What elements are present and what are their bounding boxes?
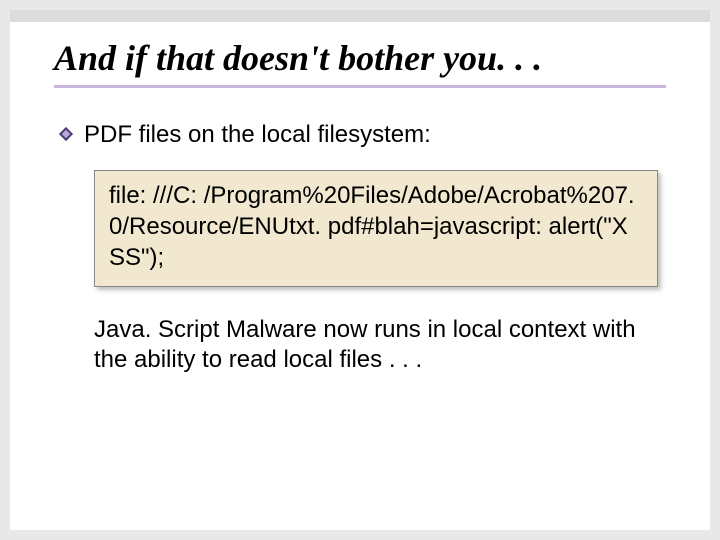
sub-text: Java. Script Malware now runs in local c… [94, 315, 658, 376]
bullet-item: PDF files on the local filesystem: [58, 120, 666, 150]
slide-content: PDF files on the local filesystem: file:… [54, 94, 666, 376]
diamond-bullet-icon [58, 126, 74, 147]
top-shadow [10, 10, 710, 22]
bullet-text: PDF files on the local filesystem: [84, 120, 431, 150]
code-block: file: ///C: /Program%20Files/Adobe/Acrob… [94, 170, 658, 286]
slide-title: And if that doesn't bother you. . . [54, 38, 666, 79]
title-underline [54, 85, 666, 88]
slide: And if that doesn't bother you. . . PDF … [10, 10, 710, 530]
